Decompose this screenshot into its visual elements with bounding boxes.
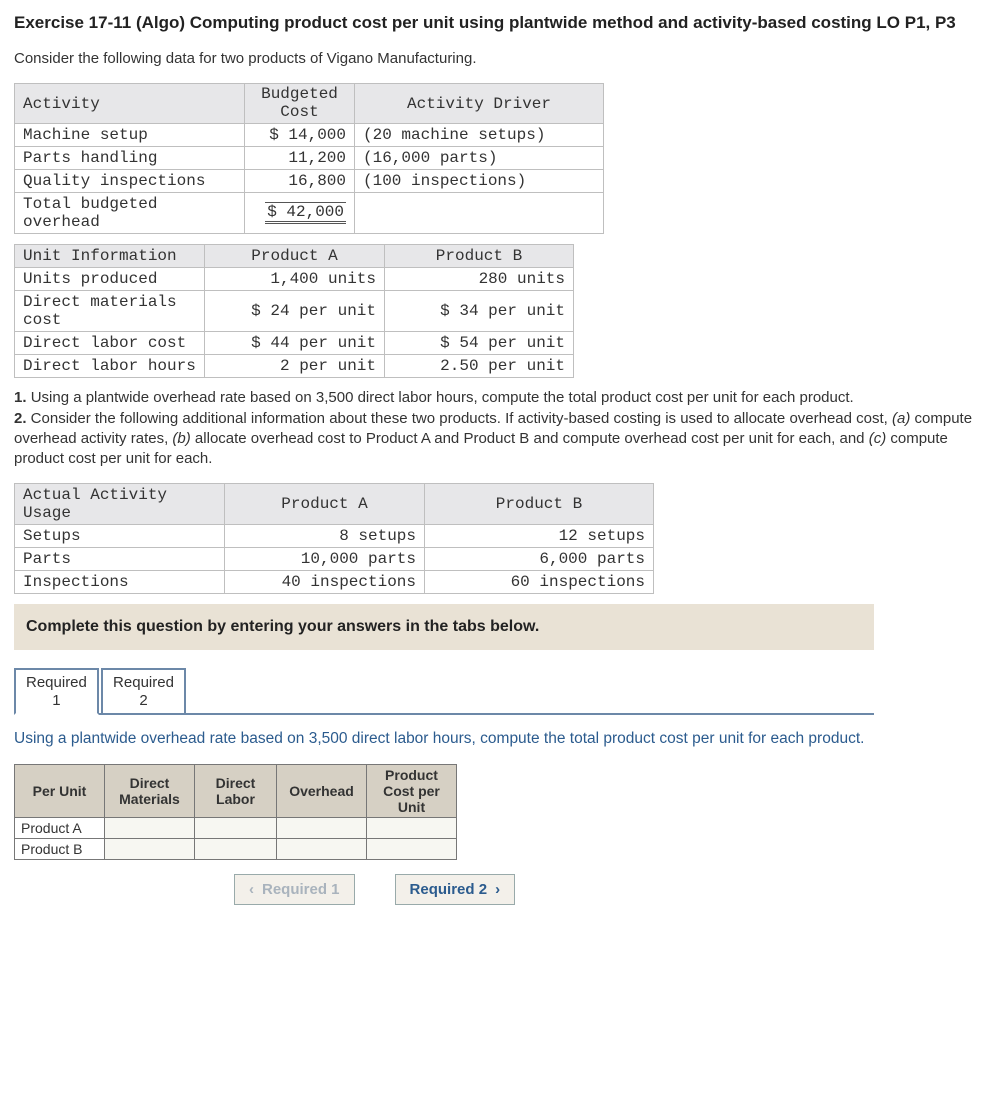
hdr-per-unit: Per Unit [15, 764, 105, 817]
col-activity-driver: Activity Driver [355, 84, 604, 124]
col-usage: Actual Activity Usage [15, 484, 225, 525]
activity-cost-table: Activity Budgeted Cost Activity Driver M… [14, 83, 604, 234]
question-2: 2. Consider the following additional inf… [14, 409, 986, 470]
input-a-dl[interactable] [195, 818, 276, 838]
chevron-right-icon: › [495, 881, 500, 898]
hdr-overhead: Overhead [277, 764, 367, 817]
input-b-dm[interactable] [105, 839, 194, 859]
input-b-total[interactable] [367, 839, 456, 859]
col-product-a: Product A [205, 245, 385, 268]
hdr-direct-materials: DirectMaterials [105, 764, 195, 817]
row-parts-handling: Parts handling [15, 147, 245, 170]
input-a-oh[interactable] [277, 818, 366, 838]
chevron-left-icon: ‹ [249, 881, 254, 898]
intro-text: Consider the following data for two prod… [14, 49, 986, 69]
exercise-title: Exercise 17-11 (Algo) Computing product … [14, 12, 986, 35]
nav-row: ‹ Required 1 Required 2 › [14, 874, 874, 905]
table-row: Product B [15, 839, 457, 860]
next-button[interactable]: Required 2 › [395, 874, 516, 905]
input-b-dl[interactable] [195, 839, 276, 859]
next-label: Required 2 [410, 881, 488, 898]
tab-description: Using a plantwide overhead rate based on… [14, 729, 874, 750]
col-activity: Activity [15, 84, 245, 124]
tab-required-1[interactable]: Required 1Required1 [14, 668, 99, 715]
col-product-b: Product B [385, 245, 574, 268]
hdr-direct-labor: DirectLabor [195, 764, 277, 817]
hdr-product-cost: ProductCost perUnit [367, 764, 457, 817]
col-usage-a: Product A [225, 484, 425, 525]
input-a-total[interactable] [367, 818, 456, 838]
row-product-a: Product A [15, 818, 105, 839]
question-1: 1. 1. Using a plantwide overhead rate ba… [14, 388, 986, 408]
row-quality-inspections: Quality inspections [15, 170, 245, 193]
input-b-oh[interactable] [277, 839, 366, 859]
tabs-row: Required 1Required1 Required 2Required2 [14, 666, 874, 715]
complete-banner: Complete this question by entering your … [14, 604, 874, 650]
table-row: Product A [15, 818, 457, 839]
row-total-overhead: Total budgeted overhead [15, 193, 245, 234]
actual-usage-table: Actual Activity Usage Product A Product … [14, 483, 654, 594]
answer-table: Per Unit DirectMaterials DirectLabor Ove… [14, 764, 457, 860]
row-product-b: Product B [15, 839, 105, 860]
unit-info-table: Unit Information Product A Product B Uni… [14, 244, 574, 378]
question-instructions: 1. 1. Using a plantwide overhead rate ba… [14, 388, 986, 469]
col-budgeted-cost: Budgeted Cost [245, 84, 355, 124]
col-usage-b: Product B [425, 484, 654, 525]
row-machine-setup: Machine setup [15, 124, 245, 147]
input-a-dm[interactable] [105, 818, 194, 838]
answer-area: Complete this question by entering your … [14, 604, 874, 905]
col-unit-info: Unit Information [15, 245, 205, 268]
prev-label: Required 1 [262, 881, 340, 898]
tab-required-2[interactable]: Required 2Required2 [101, 668, 186, 713]
prev-button: ‹ Required 1 [234, 874, 355, 905]
